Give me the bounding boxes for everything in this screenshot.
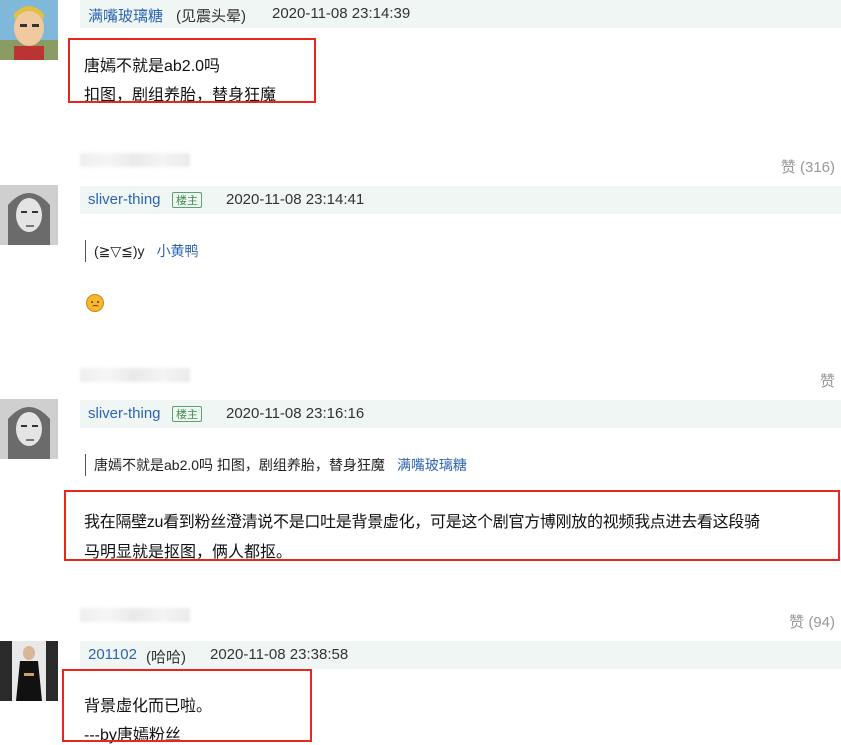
quoted-username-link[interactable]: 满嘴玻璃糖 <box>397 457 467 473</box>
like-button[interactable]: 赞 <box>820 370 835 391</box>
avatar[interactable] <box>0 641 58 701</box>
comment-time: 2020-11-08 23:16:16 <box>226 405 365 422</box>
op-badge: 楼主 <box>172 192 202 208</box>
username-link[interactable]: sliver-thing <box>88 405 161 422</box>
like-button[interactable]: 赞 (316) <box>781 156 835 177</box>
quoted-reply: 唐嫣不就是ab2.0吗 扣图，剧组养胎，替身狂魔 满嘴玻璃糖 <box>85 454 467 476</box>
comment-header: 满嘴玻璃糖 (见震头晕) 2020-11-08 23:14:39 <box>80 0 841 28</box>
blurred-reply-area <box>80 608 190 622</box>
avatar[interactable] <box>0 399 58 459</box>
user-note: (哈哈) <box>146 649 186 666</box>
quote-text: (≧▽≦)y <box>94 243 145 259</box>
comment-header: sliver-thing 楼主 2020-11-08 23:16:16 <box>80 400 841 428</box>
comment-time: 2020-11-08 23:14:39 <box>272 5 411 22</box>
comment-header: sliver-thing 楼主 2020-11-08 23:14:41 <box>80 186 841 214</box>
highlight-box <box>62 669 312 742</box>
sad-face-emoji <box>86 294 104 312</box>
user-note: (见震头晕) <box>176 8 246 25</box>
avatar[interactable] <box>0 185 58 245</box>
blurred-reply-area <box>80 153 190 167</box>
highlight-box <box>68 38 316 103</box>
comment-time: 2020-11-08 23:38:58 <box>210 646 349 663</box>
username-link[interactable]: sliver-thing <box>88 191 161 208</box>
quoted-username-link[interactable]: 小黄鸭 <box>157 243 199 259</box>
blurred-reply-area <box>80 368 190 382</box>
highlight-box <box>64 490 840 561</box>
username-link[interactable]: 满嘴玻璃糖 <box>88 5 163 26</box>
comment-header: 201102 (哈哈) 2020-11-08 23:38:58 <box>80 641 841 669</box>
op-badge: 楼主 <box>172 406 202 422</box>
comment-time: 2020-11-08 23:14:41 <box>226 191 365 208</box>
username-link[interactable]: 201102 <box>88 646 137 663</box>
quoted-reply: (≧▽≦)y 小黄鸭 <box>85 240 199 262</box>
avatar[interactable] <box>0 0 58 60</box>
like-button[interactable]: 赞 (94) <box>789 611 835 632</box>
quote-text: 唐嫣不就是ab2.0吗 扣图，剧组养胎，替身狂魔 <box>94 457 385 473</box>
